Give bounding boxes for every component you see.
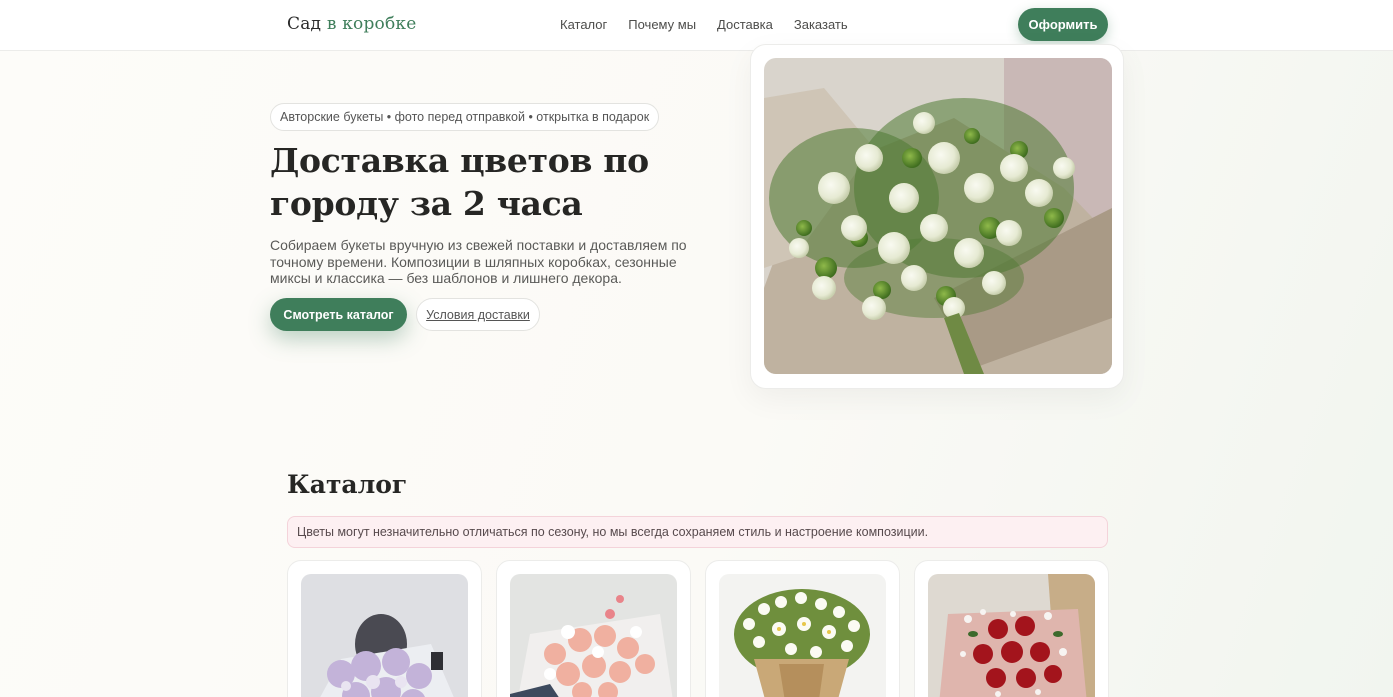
main-nav: Каталог Почему мы Доставка Заказать — [560, 17, 848, 32]
logo[interactable]: Сад в коробке — [287, 14, 417, 34]
hero-badge: Авторские букеты • фото перед отправкой … — [270, 103, 660, 131]
delivery-terms-button[interactable]: Условия доставки — [416, 298, 540, 331]
product-photo — [301, 574, 468, 697]
checkout-button[interactable]: Оформить — [1018, 8, 1108, 41]
catalog-title: Каталог — [287, 470, 408, 499]
view-catalog-button[interactable]: Смотреть каталог — [270, 298, 407, 331]
season-notice: Цветы могут незначительно отличаться по … — [287, 516, 1108, 548]
nav-link-order[interactable]: Заказать — [794, 17, 848, 32]
nav-link-why-us[interactable]: Почему мы — [628, 17, 696, 32]
nav-link-delivery[interactable]: Доставка — [717, 17, 773, 32]
hero-image-card — [750, 44, 1124, 389]
hero-description: Собираем букеты вручную из свежей постав… — [270, 237, 687, 286]
logo-accent: в коробке — [326, 14, 417, 34]
hero-bouquet-photo — [764, 58, 1112, 374]
product-card[interactable] — [914, 560, 1109, 697]
product-card[interactable] — [705, 560, 900, 697]
site-header: Сад в коробке Каталог Почему мы Доставка… — [0, 0, 1393, 51]
product-card[interactable] — [496, 560, 691, 697]
hero-title: Доставка цветов по городу за 2 часа — [270, 141, 649, 223]
product-photo — [510, 574, 677, 697]
product-photo — [719, 574, 886, 697]
logo-main: Сад — [287, 14, 327, 34]
nav-link-catalog[interactable]: Каталог — [560, 17, 607, 32]
product-photo — [928, 574, 1095, 697]
product-card[interactable] — [287, 560, 482, 697]
